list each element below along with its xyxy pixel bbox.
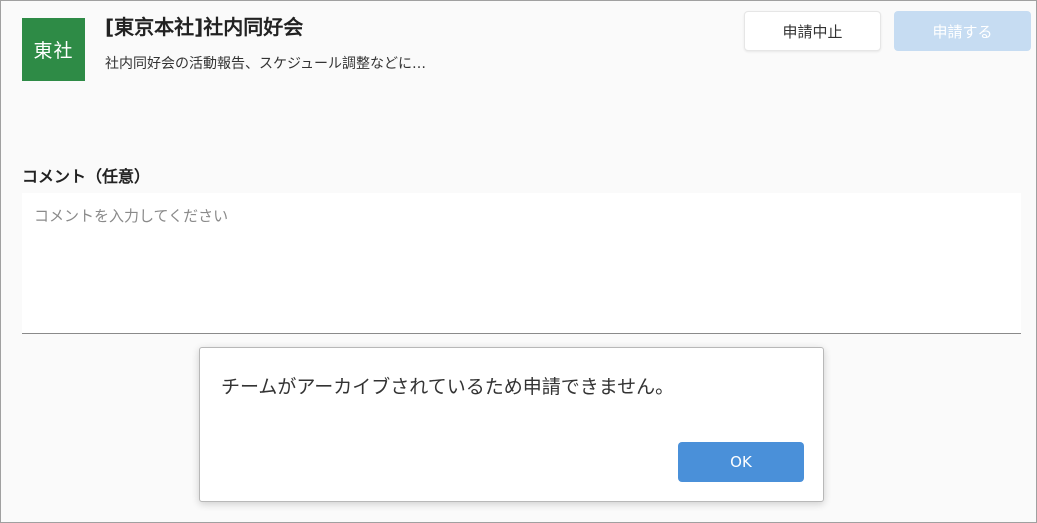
cancel-application-button[interactable]: 申請中止 — [744, 11, 881, 51]
team-description: 社内同好会の活動報告、スケジュール調整などに… — [105, 56, 427, 72]
comment-label: コメント（任意） — [22, 167, 151, 186]
alert-message: チームがアーカイブされているため申請できません。 — [221, 376, 675, 398]
application-panel: 東社 [東京本社]社内同好会 社内同好会の活動報告、スケジュール調整などに… 申… — [0, 0, 1037, 523]
team-avatar: 東社 — [22, 18, 85, 81]
team-avatar-text: 東社 — [33, 40, 74, 62]
alert-dialog: チームがアーカイブされているため申請できません。 OK — [199, 347, 824, 502]
team-title: [東京本社]社内同好会 — [105, 15, 304, 39]
apply-button[interactable]: 申請する — [894, 11, 1031, 51]
ok-button[interactable]: OK — [678, 442, 804, 482]
comment-input[interactable] — [22, 193, 1021, 334]
